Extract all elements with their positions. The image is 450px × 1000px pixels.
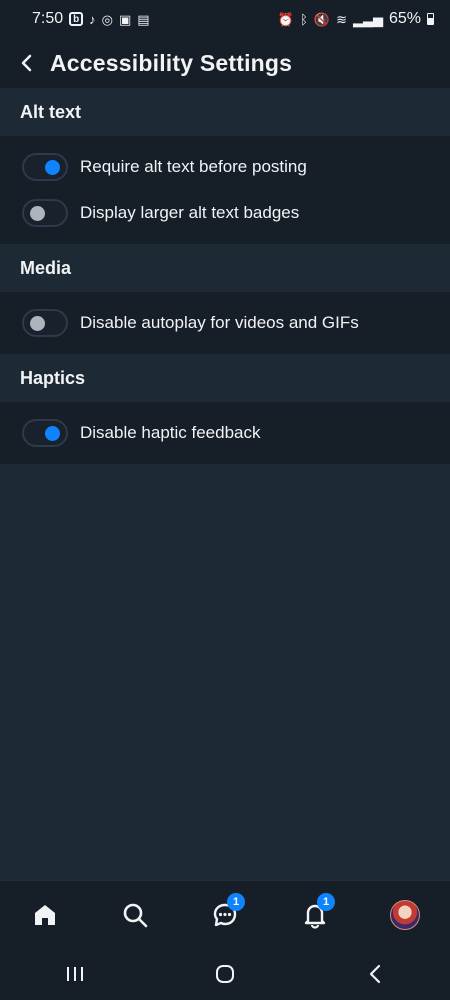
- app-header: Accessibility Settings: [0, 38, 450, 88]
- recent-apps-icon: [67, 967, 83, 981]
- section-title-haptics: Haptics: [0, 354, 450, 402]
- notification-icon: ▤: [137, 11, 150, 27]
- nav-profile[interactable]: [375, 885, 435, 945]
- setting-label: Display larger alt text badges: [80, 203, 300, 222]
- system-nav-bar: [0, 948, 450, 1000]
- setting-label: Require alt text before posting: [80, 157, 307, 176]
- signal-icon: ▂▃▅: [352, 11, 383, 27]
- status-time: 7:50: [32, 10, 64, 27]
- notifications-badge: 1: [317, 893, 335, 911]
- alarm-icon: ⏰: [277, 11, 295, 27]
- battery-icon: [427, 13, 434, 25]
- settings-content: Alt text Require alt text before posting…: [0, 88, 450, 464]
- b-icon: b: [69, 12, 84, 26]
- status-bar: 7:50 b ♪ ◎ ▣ ▤ ⏰ ᛒ 🔇 ≋ ▂▃▅ 65%: [0, 0, 450, 38]
- home-button[interactable]: [195, 952, 255, 996]
- home-circle-icon: [216, 965, 234, 983]
- gallery-icon: ▣: [118, 11, 132, 27]
- back-nav-icon: [369, 964, 381, 984]
- nav-notifications[interactable]: 1: [285, 885, 345, 945]
- tiktok-icon: ♪: [89, 11, 96, 27]
- toggle-switch[interactable]: [22, 153, 68, 181]
- setting-label: Disable haptic feedback: [80, 423, 261, 442]
- setting-larger-alt-badges[interactable]: Display larger alt text badges: [0, 190, 450, 236]
- back-nav-button[interactable]: [345, 952, 405, 996]
- avatar: [390, 900, 420, 930]
- chevron-left-icon: [21, 54, 32, 72]
- home-icon: [35, 905, 55, 925]
- back-button[interactable]: [4, 41, 48, 85]
- nav-chat[interactable]: 1: [195, 885, 255, 945]
- bottom-nav: 1 1: [0, 880, 450, 949]
- bluetooth-icon: ᛒ: [300, 11, 308, 27]
- search-icon: [123, 903, 148, 928]
- section-title-media: Media: [0, 244, 450, 292]
- wifi-icon: ≋: [336, 11, 347, 27]
- toggle-switch[interactable]: [22, 199, 68, 227]
- setting-require-alt-text[interactable]: Require alt text before posting: [0, 144, 450, 190]
- setting-label: Disable autoplay for videos and GIFs: [80, 313, 359, 332]
- chat-badge: 1: [227, 893, 245, 911]
- nav-search[interactable]: [105, 885, 165, 945]
- section-alt-text: Require alt text before posting Display …: [0, 136, 450, 244]
- section-haptics: Disable haptic feedback: [0, 402, 450, 464]
- page-title: Accessibility Settings: [50, 49, 293, 76]
- recent-apps-button[interactable]: [45, 952, 105, 996]
- battery-percent: 65%: [388, 10, 421, 27]
- toggle-switch[interactable]: [22, 309, 68, 337]
- mute-icon: 🔇: [313, 11, 331, 27]
- instagram-icon: ◎: [101, 11, 113, 27]
- section-media: Disable autoplay for videos and GIFs: [0, 292, 450, 354]
- section-title-alt-text: Alt text: [0, 88, 450, 136]
- nav-home[interactable]: [15, 885, 75, 945]
- setting-disable-haptics[interactable]: Disable haptic feedback: [0, 410, 450, 456]
- toggle-switch[interactable]: [22, 419, 68, 447]
- setting-disable-autoplay[interactable]: Disable autoplay for videos and GIFs: [0, 300, 450, 346]
